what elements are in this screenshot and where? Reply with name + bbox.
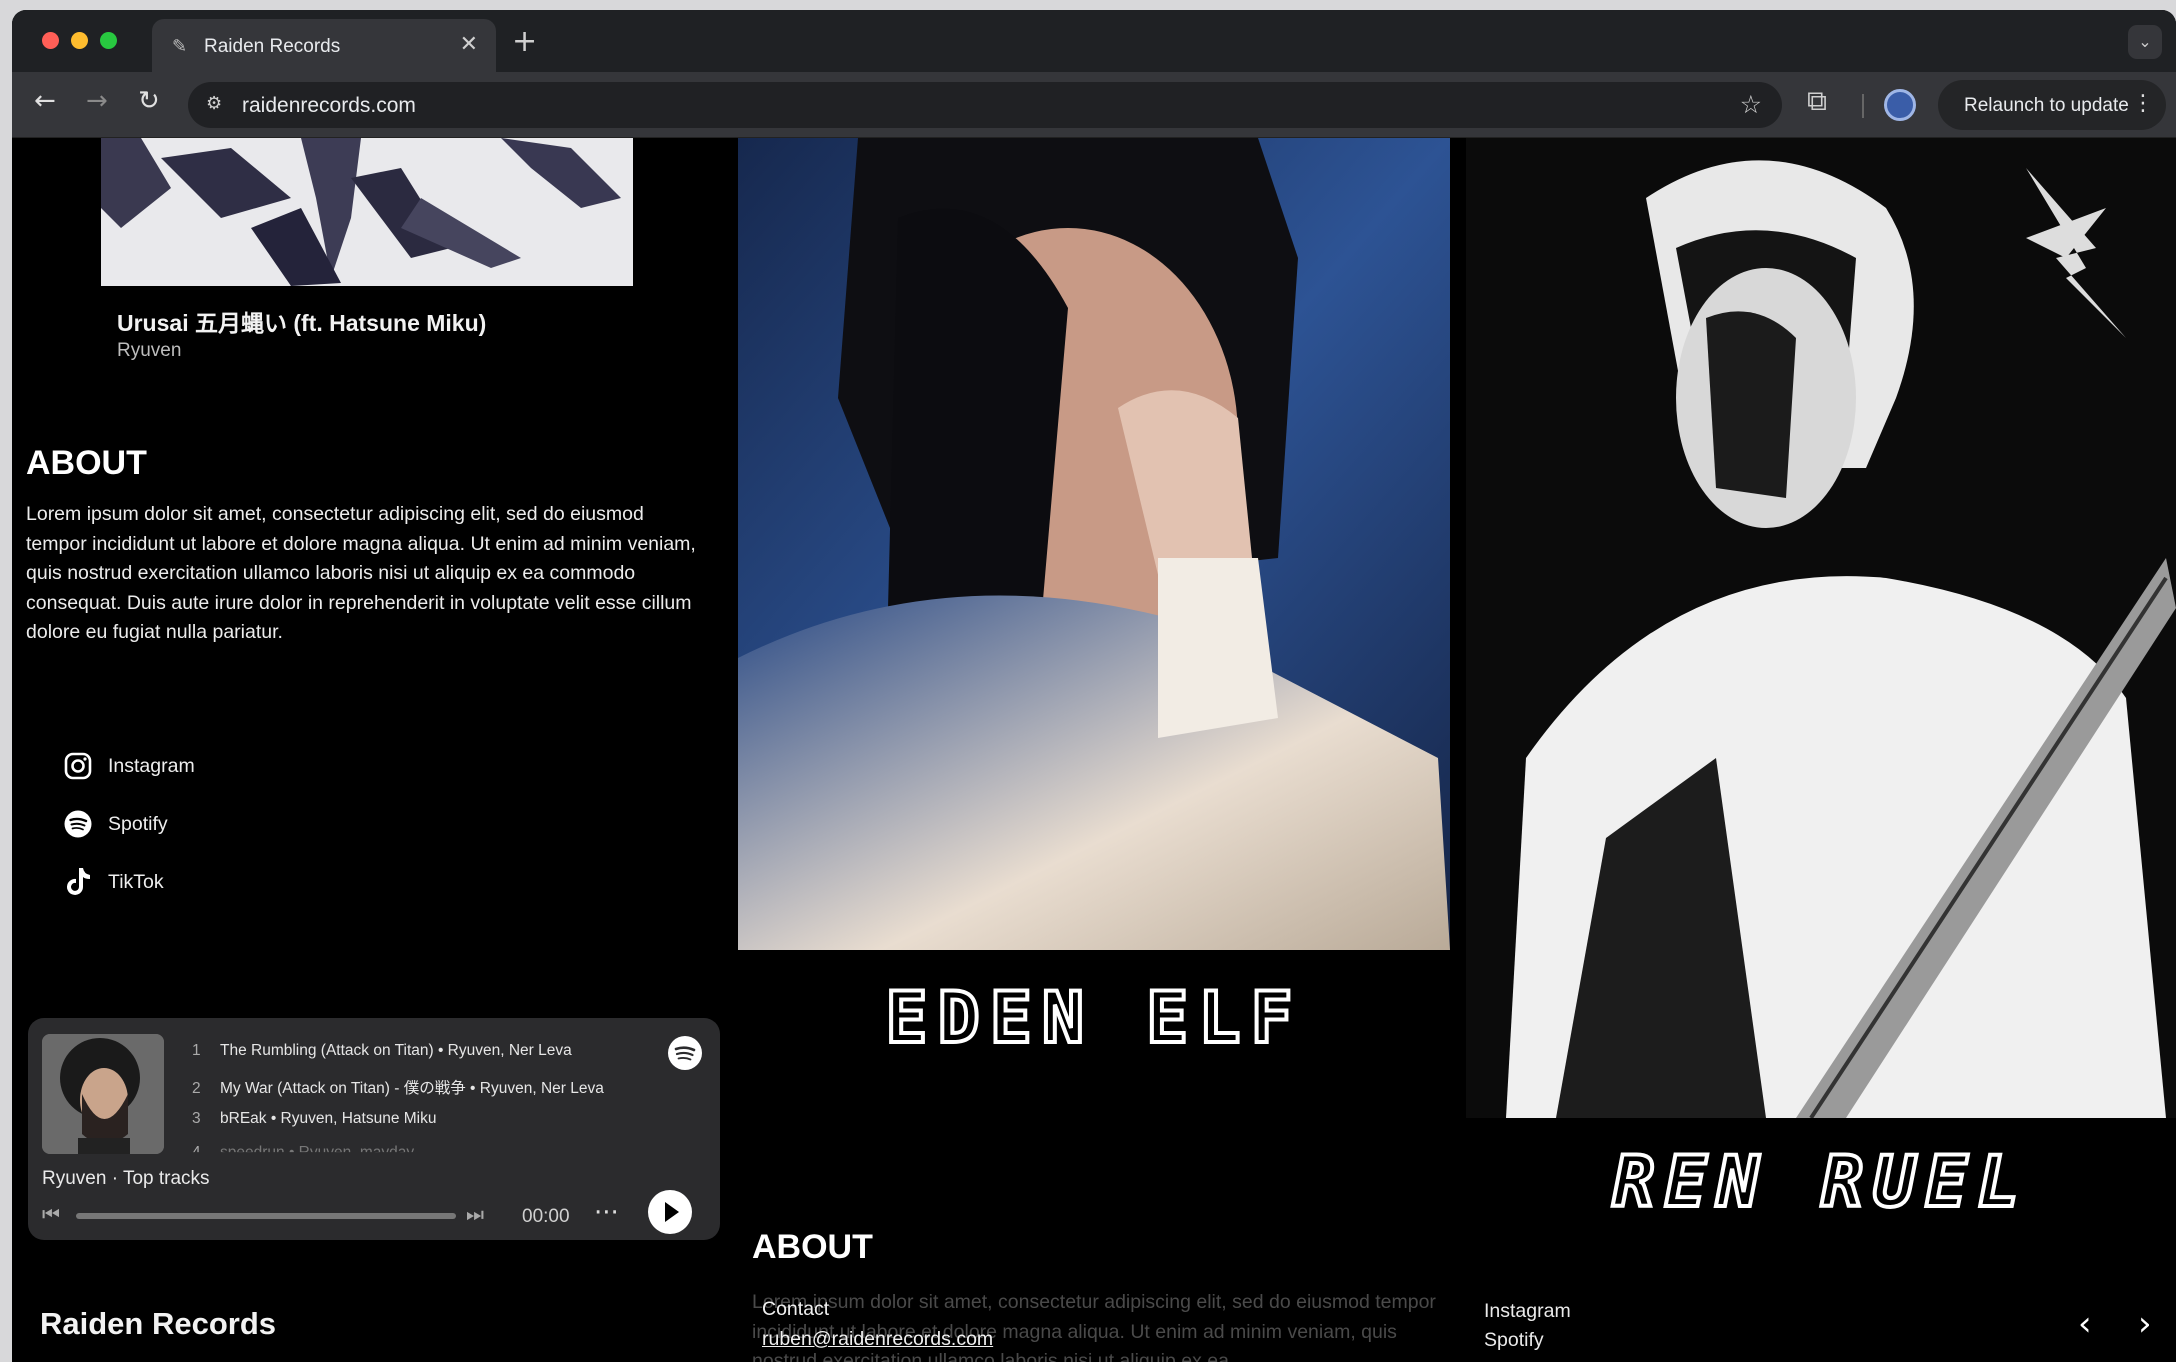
relaunch-button[interactable]: Relaunch to update ⋮ [1938,80,2166,130]
album-cover-image[interactable] [101,138,633,286]
tiktok-icon [62,866,94,898]
social-label: TikTok [108,870,164,893]
site-info-icon[interactable]: ⚙ [206,93,222,114]
carousel-prev-icon[interactable]: ‹ [2078,1304,2092,1344]
spotify-player: 1 The Rumbling (Attack on Titan) • Ryuven… [28,1018,720,1240]
url-text: raidenrecords.com [242,94,416,117]
play-button[interactable] [648,1190,692,1234]
tab-strip: ✎ Raiden Records ✕ + ⌄ [12,10,2176,72]
browser-toolbar: ← → ↻ ⚙ raidenrecords.com ☆ ⧉ Relaunch t… [12,72,2176,138]
tab-raiden-records[interactable]: ✎ Raiden Records ✕ [152,19,496,72]
ren-ruel-name: REN RUEL [1612,1142,2029,1223]
player-track-row[interactable]: 1 The Rumbling (Attack on Titan) • Ryuven… [192,1042,572,1060]
more-options-icon[interactable]: ··· [594,1198,619,1228]
page-content: Urusai 五月蝿い (ft. Hatsune Miku) Ryuven AB… [12,138,2176,1362]
ren-ruel-wordmark: REN RUEL [1610,1139,2029,1225]
favicon-icon: ✎ [172,36,188,57]
close-window-button[interactable] [42,32,59,49]
eden-about-heading: ABOUT [752,1228,873,1266]
ren-ruel-logo[interactable]: REN RUEL [1466,1139,2176,1231]
spotify-icon[interactable] [668,1036,702,1070]
eden-elf-logo[interactable]: EDEN ELF [738,975,1450,1067]
player-track-row[interactable]: 4 speedrun • Ryuven, mayday [192,1144,414,1152]
maximize-window-button[interactable] [100,32,117,49]
extensions-icon[interactable]: ⧉ [1807,84,1827,118]
eden-elf-name: EDEN ELF [885,978,1302,1059]
social-link-tiktok[interactable]: TikTok [62,866,164,898]
spotify-icon [62,808,94,840]
forward-button[interactable]: → [86,86,108,116]
tab-title: Raiden Records [204,36,341,57]
toolbar-divider [1862,94,1864,118]
eden-elf-wordmark: EDEN ELF [883,975,1302,1061]
artist-cover-image [42,1034,164,1154]
relaunch-label: Relaunch to update [1964,95,2129,116]
minimize-window-button[interactable] [71,32,88,49]
player-subtitle[interactable]: Ryuven · Top tracks [42,1168,210,1190]
reload-button[interactable]: ↻ [138,86,160,116]
back-button[interactable]: ← [34,86,56,116]
about-text: Lorem ipsum dolor sit amet, consectetur … [26,503,696,643]
more-menu-icon[interactable]: ⋮ [2132,91,2154,116]
featured-track-title[interactable]: Urusai 五月蝿い (ft. Hatsune Miku) [117,304,486,338]
player-time: 00:00 [522,1206,570,1227]
bookmark-star-icon[interactable]: ☆ [1740,90,1762,119]
social-link-instagram[interactable]: Instagram [62,750,195,782]
next-track-icon[interactable]: ⏭ [466,1202,484,1226]
player-track-row[interactable]: 2 My War (Attack on Titan) - 僕の戦争 • Ryuve… [192,1076,604,1098]
player-track-row[interactable]: 3 bREak • Ryuven, Hatsune Miku [192,1110,437,1128]
close-tab-icon[interactable]: ✕ [460,32,478,57]
contact-email-link[interactable]: ruben@raidenrecords.com [762,1328,993,1351]
progress-bar[interactable] [76,1213,456,1219]
new-tab-button[interactable]: + [512,24,537,59]
brand-name[interactable]: Raiden Records [40,1306,276,1342]
instagram-icon [62,750,94,782]
tab-search-button[interactable]: ⌄ [2128,25,2162,59]
about-heading: ABOUT [26,444,147,482]
window-controls [42,32,117,49]
ren-instagram-link[interactable]: Instagram [1484,1300,1571,1323]
browser-window: ✎ Raiden Records ✕ + ⌄ ← → ↻ ⚙ raidenrec… [12,10,2176,1362]
ren-ruel-photo[interactable] [1466,138,2176,1118]
social-label: Spotify [108,812,168,835]
social-label: Instagram [108,754,195,777]
featured-track-artist[interactable]: Ryuven [117,340,181,362]
eden-elf-photo[interactable] [738,138,1450,950]
contact-label: Contact [762,1298,830,1320]
carousel-next-icon[interactable]: › [2138,1304,2152,1344]
address-bar[interactable]: ⚙ raidenrecords.com ☆ [188,82,1782,128]
previous-track-icon[interactable]: ⏮ [42,1202,60,1226]
ren-spotify-link[interactable]: Spotify [1484,1329,1544,1352]
social-link-spotify[interactable]: Spotify [62,808,168,840]
profile-avatar[interactable] [1884,89,1916,121]
